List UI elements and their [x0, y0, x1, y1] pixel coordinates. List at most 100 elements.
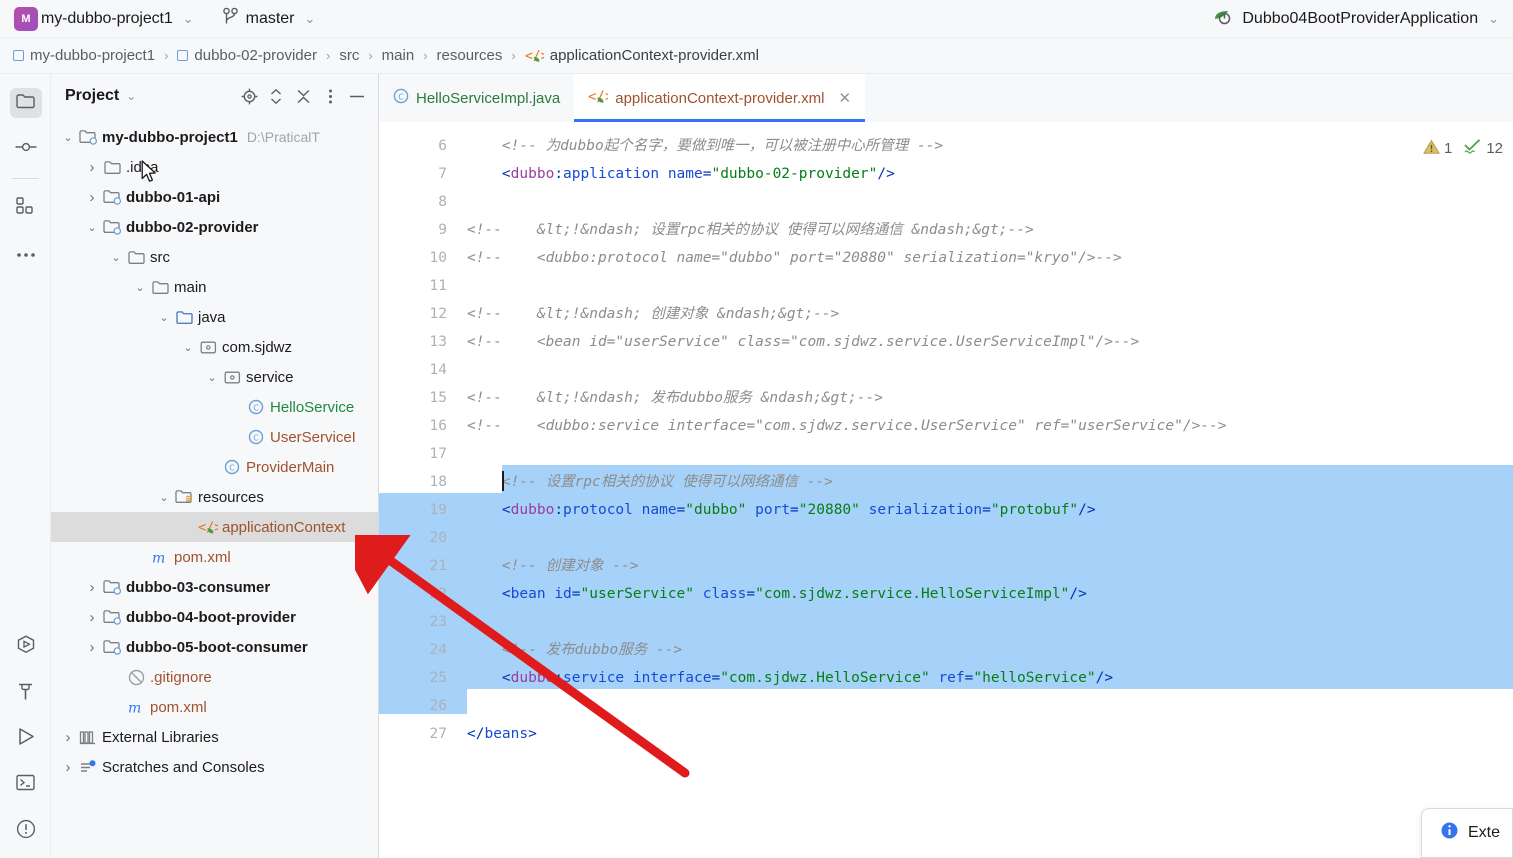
branch-chevron-down-icon[interactable]: ⌄ [305, 11, 316, 27]
sidebar-item-more[interactable] [0, 231, 51, 277]
breadcrumb-separator: › [423, 48, 427, 63]
tree-item-dubbo-01-api[interactable]: ›dubbo-01-api [51, 182, 378, 212]
text-caret [502, 471, 504, 491]
hide-panel-button[interactable] [345, 84, 369, 108]
code-line[interactable]: <!-- &lt;!&ndash; 发布dubbo服务 &ndash;&gt;-… [467, 384, 883, 412]
tree-item-providermain[interactable]: CProviderMain [51, 452, 378, 482]
code-line[interactable]: <!-- 发布dubbo服务 --> [467, 636, 682, 664]
code-line[interactable]: <dubbo:protocol name="dubbo" port="20880… [467, 496, 1096, 524]
maven-m-icon: m [149, 549, 171, 566]
chevron-down-icon[interactable]: ⌄ [83, 221, 101, 234]
tree-item-external-libraries[interactable]: ›External Libraries [51, 722, 378, 752]
tree-item-java[interactable]: ⌄java [51, 302, 378, 332]
chevron-right-icon[interactable]: › [83, 639, 101, 656]
sidebar-item-problems[interactable] [0, 808, 51, 854]
code-line[interactable]: <dubbo:application name="dubbo-02-provid… [467, 160, 895, 188]
breadcrumb-item-main[interactable]: main [382, 47, 415, 64]
chevron-right-icon[interactable]: › [83, 579, 101, 596]
chevron-down-icon[interactable]: ⌄ [131, 281, 149, 294]
line-number: 24 [379, 636, 447, 664]
chevron-right-icon[interactable]: › [83, 189, 101, 206]
chevron-down-icon[interactable]: ⌄ [155, 491, 173, 504]
breadcrumb-item-resources[interactable]: resources [437, 47, 503, 64]
collapse-all-button[interactable] [291, 84, 315, 108]
project-selector[interactable]: M my-dubbo-project1 ⌄ [14, 7, 194, 31]
code-line[interactable]: <!-- 创建对象 --> [467, 552, 639, 580]
tree-item-service[interactable]: ⌄service [51, 362, 378, 392]
tab-applicationContext-provider-xml[interactable]: </> applicationContext-provider.xml ✕ [574, 74, 865, 122]
tree-item-resources[interactable]: ⌄resources [51, 482, 378, 512]
folder-icon [125, 250, 147, 265]
chevron-down-icon[interactable]: ⌄ [59, 131, 77, 144]
code-line[interactable]: <!-- 为dubbo起个名字，要做到唯一，可以被注册中心所管理 --> [467, 132, 943, 160]
close-icon[interactable]: ✕ [839, 89, 852, 107]
sidebar-item-project[interactable] [0, 80, 51, 126]
tree-item-dubbo-03-consumer[interactable]: ›dubbo-03-consumer [51, 572, 378, 602]
sidebar-item-run[interactable] [0, 716, 51, 762]
code-line[interactable]: <!-- &lt;!&ndash; 设置rpc相关的协议 使得可以网络通信 &n… [467, 216, 1034, 244]
tree-item--gitignore[interactable]: .gitignore [51, 662, 378, 692]
code-line[interactable]: <!-- <dubbo:service interface="com.sjdwz… [467, 412, 1227, 440]
chevron-down-icon[interactable]: ⌄ [155, 311, 173, 324]
tree-item-my-dubbo-project1[interactable]: ⌄my-dubbo-project1D:\PraticalT [51, 122, 378, 152]
svg-text:m: m [152, 550, 165, 566]
run-configuration-selector[interactable]: Dubbo04BootProviderApplication ⌄ [1212, 0, 1499, 38]
code-line[interactable]: <dubbo:service interface="com.sjdwz.Hell… [467, 664, 1113, 692]
notification-toast[interactable]: Exte [1421, 808, 1513, 858]
line-number: 16 [379, 412, 447, 440]
chevron-right-icon[interactable]: › [59, 729, 77, 746]
sidebar-item-services[interactable] [0, 624, 51, 670]
java-class-icon: C [245, 399, 267, 415]
sidebar-item-structure[interactable] [0, 185, 51, 231]
tree-item-applicationcontext[interactable]: </>applicationContext [51, 512, 378, 542]
code-line[interactable]: <!-- <bean id="userService" class="com.s… [467, 328, 1139, 356]
tree-item-com-sjdwz[interactable]: ⌄com.sjdwz [51, 332, 378, 362]
tree-item-helloservice[interactable]: CHelloService [51, 392, 378, 422]
inspection-widget[interactable]: 1 12 [1423, 138, 1503, 159]
text-selection-highlight [379, 521, 1513, 549]
chevron-right-icon[interactable]: › [83, 159, 101, 176]
select-opened-file-button[interactable] [237, 84, 261, 108]
tree-item-scratches-and-consoles[interactable]: ›Scratches and Consoles [51, 752, 378, 782]
chevron-right-icon[interactable]: › [59, 759, 77, 776]
svg-text:C: C [253, 433, 259, 442]
title-bar: M my-dubbo-project1 ⌄ master ⌄ [0, 0, 1513, 38]
tree-item-dubbo-05-boot-consumer[interactable]: ›dubbo-05-boot-consumer [51, 632, 378, 662]
tab-label: HelloServiceImpl.java [416, 90, 560, 107]
code-line[interactable]: <!-- <dubbo:protocol name="dubbo" port="… [467, 244, 1122, 272]
svg-text:m: m [128, 700, 141, 716]
breadcrumb-item-src[interactable]: src [339, 47, 359, 64]
tree-item-src[interactable]: ⌄src [51, 242, 378, 272]
chevron-down-icon[interactable]: ⌄ [179, 341, 197, 354]
breadcrumb-item-project[interactable]: my-dubbo-project1 [13, 47, 155, 64]
code-line[interactable]: <bean id="userService" class="com.sjdwz.… [467, 580, 1087, 608]
tree-item-pom-xml[interactable]: mpom.xml [51, 542, 378, 572]
code-line[interactable]: <!-- &lt;!&ndash; 创建对象 &ndash;&gt;--> [467, 300, 839, 328]
breadcrumb-item-file[interactable]: </> applicationContext-provider.xml [525, 47, 759, 64]
chevron-down-icon[interactable]: ⌄ [107, 251, 125, 264]
tree-item-dubbo-02-provider[interactable]: ⌄dubbo-02-provider [51, 212, 378, 242]
code-editor[interactable]: 6 <!-- 为dubbo起个名字，要做到唯一，可以被注册中心所管理 -->7 … [379, 122, 1513, 858]
tree-item-dubbo-04-boot-provider[interactable]: ›dubbo-04-boot-provider [51, 602, 378, 632]
tree-item--idea[interactable]: ›.idea [51, 152, 378, 182]
expand-collapse-button[interactable] [264, 84, 288, 108]
code-line[interactable]: </beans> [467, 720, 537, 748]
panel-options-button[interactable] [318, 84, 342, 108]
panel-chevron-down-icon[interactable]: ⌄ [126, 89, 136, 103]
breadcrumb-item-module[interactable]: dubbo-02-provider [177, 47, 317, 64]
branch-selector[interactable]: master ⌄ [222, 7, 316, 31]
sidebar-item-terminal[interactable] [0, 762, 51, 808]
chevron-down-icon[interactable]: ⌄ [183, 11, 194, 27]
folder-icon [16, 93, 35, 114]
tab-HelloServiceImpl-java[interactable]: C HelloServiceImpl.java [379, 74, 574, 122]
run-config-chevron-down-icon[interactable]: ⌄ [1488, 11, 1499, 27]
sidebar-item-commit[interactable] [0, 126, 51, 172]
chevron-right-icon[interactable]: › [83, 609, 101, 626]
tree-item-main[interactable]: ⌄main [51, 272, 378, 302]
sidebar-item-build[interactable] [0, 670, 51, 716]
chevron-down-icon[interactable]: ⌄ [203, 371, 221, 384]
tree-item-pom-xml[interactable]: mpom.xml [51, 692, 378, 722]
code-content[interactable]: 6 <!-- 为dubbo起个名字，要做到唯一，可以被注册中心所管理 -->7 … [379, 122, 1513, 858]
code-line[interactable]: <!-- 设置rpc相关的协议 使得可以网络通信 --> [467, 468, 833, 496]
tree-item-userservicei[interactable]: CUserServiceI [51, 422, 378, 452]
